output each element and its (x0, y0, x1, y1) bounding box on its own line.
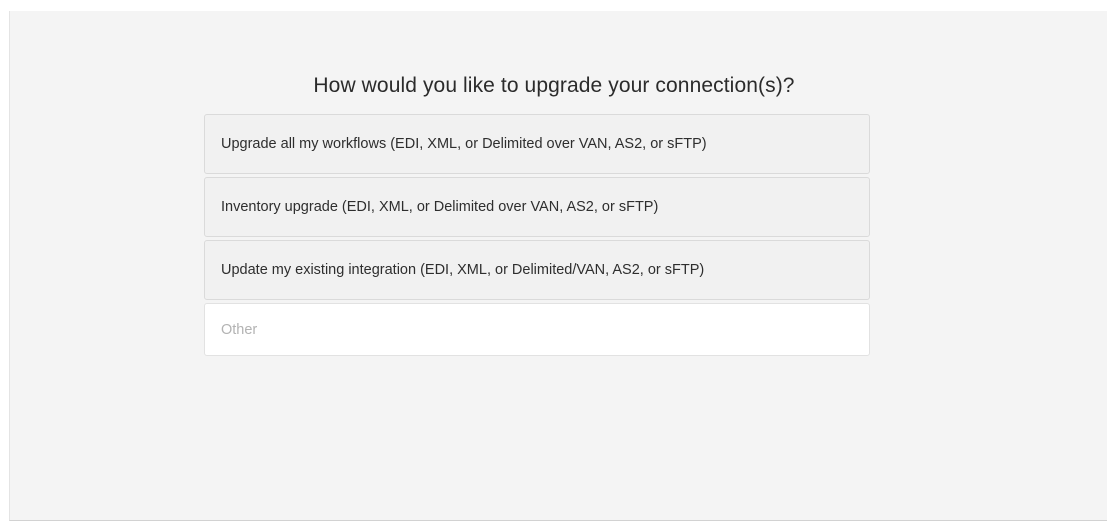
survey-panel: How would you like to upgrade your conne… (9, 11, 1107, 521)
other-field-container (204, 303, 870, 356)
question-title: How would you like to upgrade your conne… (313, 74, 795, 97)
option-update-existing-integration[interactable]: Update my existing integration (EDI, XML… (204, 240, 870, 300)
option-label: Upgrade all my workflows (EDI, XML, or D… (221, 136, 707, 152)
options-list: Upgrade all my workflows (EDI, XML, or D… (204, 114, 870, 356)
option-upgrade-all-workflows[interactable]: Upgrade all my workflows (EDI, XML, or D… (204, 114, 870, 174)
option-label: Inventory upgrade (EDI, XML, or Delimite… (221, 199, 659, 215)
option-label: Update my existing integration (EDI, XML… (221, 262, 705, 278)
option-inventory-upgrade[interactable]: Inventory upgrade (EDI, XML, or Delimite… (204, 177, 870, 237)
other-input[interactable] (221, 321, 869, 338)
